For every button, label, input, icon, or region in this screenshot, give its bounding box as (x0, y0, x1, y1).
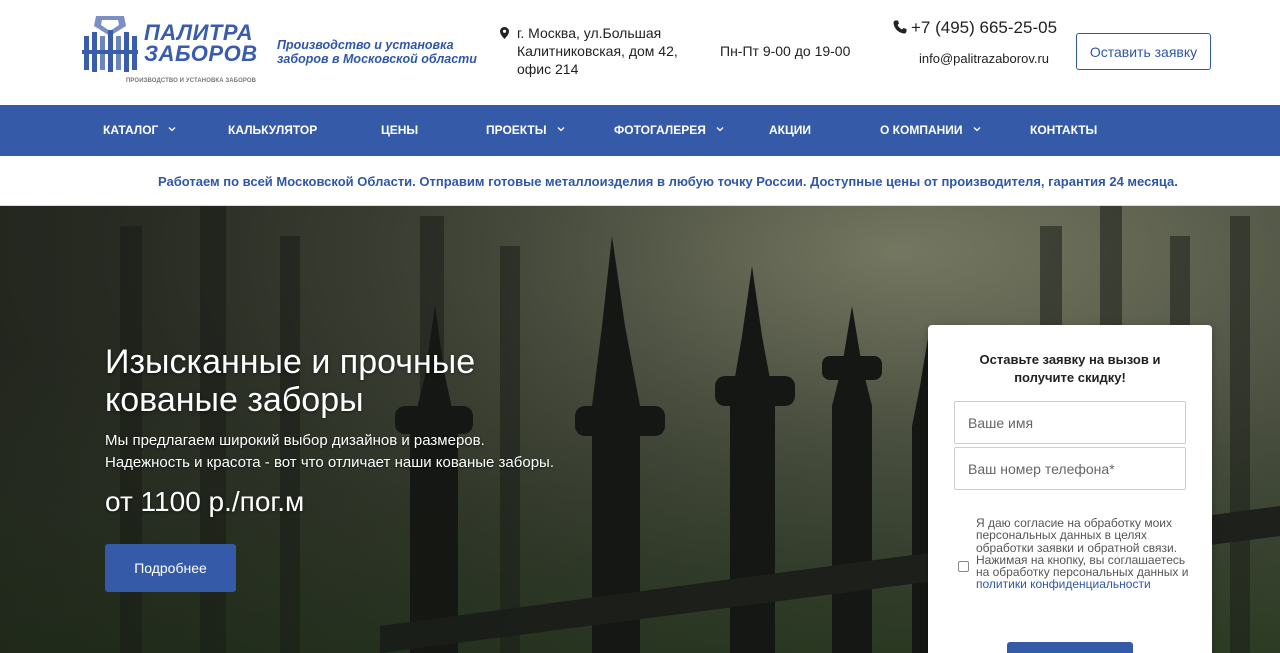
working-hours: Пн-Пт 9-00 до 19-00 (720, 43, 851, 59)
header-address: г. Москва, ул.Большая Калитниковская, до… (500, 24, 700, 78)
nav-item-label: АКЦИИ (769, 123, 812, 137)
header-email[interactable]: info@palitrazaborov.ru (919, 51, 1049, 66)
site-header: ПАЛИТРА ЗАБОРОВ ПРОИЗВОДСТВО И УСТАНОВКА… (0, 0, 1280, 105)
nav-item-prices[interactable]: ЦЕНЫ (381, 105, 418, 156)
hero-subtitle: Мы предлагаем широкий выбор дизайнов и р… (105, 430, 605, 474)
nav-item-promotions[interactable]: АКЦИИ (769, 105, 811, 156)
consent-text: Я даю согласие на обработку моих персона… (976, 517, 1192, 591)
nav-item-label: ЦЕНЫ (381, 123, 419, 137)
address-text: г. Москва, ул.Большая Калитниковская, до… (517, 25, 678, 77)
consent-checkbox[interactable] (958, 561, 969, 572)
logo-wordmark: ПАЛИТРА ЗАБОРОВ (144, 20, 258, 66)
hero-price: от 1100 р./пог.м (105, 486, 305, 517)
form-title: Оставьте заявку на вызов и получите скид… (979, 352, 1161, 385)
phone-icon (893, 20, 907, 34)
nav-item-projects[interactable]: ПРОЕКТЫ (486, 105, 565, 156)
phone-number: +7 (495) 665-25-05 (911, 18, 1058, 37)
nav-item-label: КАЛЬКУЛЯТОР (228, 123, 318, 137)
nav-item-label: ФОТОГАЛЕРЕЯ (614, 123, 706, 137)
main-nav: КАТАЛОГ КАЛЬКУЛЯТОР ЦЕНЫ ПРОЕКТЫ ФОТОГАЛ… (0, 105, 1280, 156)
more-details-button[interactable]: Подробнее (105, 544, 236, 592)
logo-emblem-icon (82, 16, 138, 72)
callback-form: Оставьте заявку на вызов и получите скид… (928, 325, 1212, 653)
logo-line-1: ПАЛИТРА (144, 20, 254, 45)
site-logo[interactable]: ПАЛИТРА ЗАБОРОВ ПРОИЗВОДСТВО И УСТАНОВКА… (80, 14, 257, 86)
hero-section: Изысканные и прочные кованые заборы Мы п… (0, 206, 1280, 653)
hero-subtitle-line: Надежность и красота - вот что отличает … (105, 454, 555, 471)
nav-item-label: О КОМПАНИИ (880, 123, 963, 137)
map-pin-icon (500, 27, 509, 39)
nav-item-about[interactable]: О КОМПАНИИ (880, 105, 981, 156)
logo-subtitle: ПРОИЗВОДСТВО И УСТАНОВКА ЗАБОРОВ (126, 78, 257, 84)
privacy-policy-link[interactable]: политики конфиденциальности (976, 577, 1151, 591)
nav-item-gallery[interactable]: ФОТОГАЛЕРЕЯ (614, 105, 724, 156)
nav-item-catalog[interactable]: КАТАЛОГ (103, 105, 176, 156)
header-tagline: Производство и установка заборов в Моско… (277, 38, 477, 66)
chevron-down-icon (168, 127, 176, 132)
form-submit-button[interactable] (1007, 642, 1133, 653)
chevron-down-icon (973, 127, 980, 132)
nav-item-label: ПРОЕКТЫ (486, 123, 547, 137)
leave-request-button[interactable]: Оставить заявку (1076, 33, 1211, 70)
name-input[interactable] (954, 401, 1186, 444)
chevron-down-icon (557, 127, 564, 132)
consent-text-2: Нажимая на кнопку, вы соглашаетесь на об… (976, 552, 1189, 580)
nav-item-label: КАТАЛОГ (103, 123, 159, 137)
consent-text-1: Я даю согласие на обработку моих персона… (976, 516, 1178, 555)
hero-title: Изысканные и прочные кованые заборы (105, 343, 476, 419)
logo-line-2: ЗАБОРОВ (144, 41, 258, 66)
chevron-down-icon (716, 127, 724, 132)
phone-input[interactable] (954, 447, 1186, 490)
nav-item-contacts[interactable]: КОНТАКТЫ (1030, 105, 1097, 156)
nav-item-label: КОНТАКТЫ (1030, 123, 1098, 137)
header-phone[interactable]: +7 (495) 665-25-05 (893, 18, 1057, 38)
info-banner: Работаем по всей Московской Области. Отп… (0, 156, 1280, 206)
hero-subtitle-line: Мы предлагаем широкий выбор дизайнов и р… (105, 432, 485, 449)
info-banner-text: Работаем по всей Московской Области. Отп… (158, 174, 1178, 189)
nav-item-calculator[interactable]: КАЛЬКУЛЯТОР (228, 105, 317, 156)
